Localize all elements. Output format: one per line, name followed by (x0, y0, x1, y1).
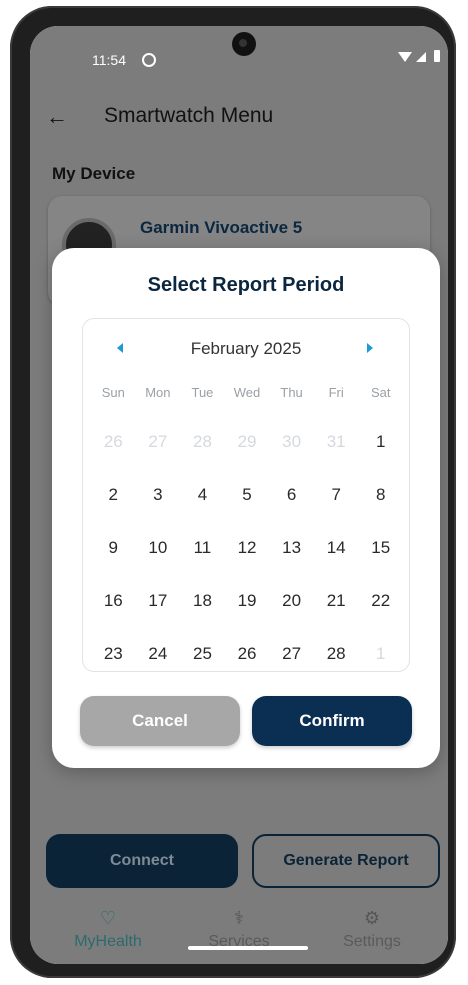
gear-icon: ⚙ (363, 908, 381, 928)
calendar: February 2025 Sun Mon Tue Wed Thu Fri Sa… (82, 318, 410, 672)
status-bar: 11:54 (30, 26, 448, 86)
calendar-day[interactable]: 5 (225, 485, 270, 505)
next-month-icon[interactable] (367, 343, 373, 353)
calendar-day[interactable]: 3 (136, 485, 181, 505)
weekday-label: Thu (280, 385, 303, 400)
calendar-day-outside-month: 28 (192, 431, 212, 451)
calendar-week-row: 23 24 25 26 27 28 1 (91, 627, 403, 680)
battery-icon (434, 50, 440, 62)
weekday-label: Fri (328, 385, 344, 400)
weekday-label: Wed (233, 385, 261, 400)
weekday-row: Sun Mon Tue Wed Thu Fri Sat (91, 385, 403, 400)
calendar-day[interactable]: 10 (136, 538, 181, 558)
heart-hand-icon: ♡ (99, 908, 117, 928)
calendar-day[interactable]: 17 (136, 591, 181, 611)
weekday-label: Mon (145, 385, 171, 400)
calendar-header: February 2025 (83, 339, 409, 363)
section-title: My Device (52, 164, 136, 183)
home-indicator[interactable] (188, 946, 308, 950)
calendar-day[interactable]: 22 (358, 591, 403, 611)
calendar-week-row: 16 17 18 19 20 21 22 (91, 574, 403, 627)
calendar-day[interactable]: 23 (91, 644, 136, 664)
calendar-day-outside-month: 30 (282, 431, 302, 451)
nav-item-myhealth[interactable]: ♡ MyHealth (48, 908, 168, 951)
wifi-icon (398, 52, 412, 62)
calendar-day[interactable]: 15 (358, 538, 403, 558)
calendar-day[interactable]: 27 (269, 644, 314, 664)
days-grid: 26 27 28 29 30 31 1 2 3 4 5 6 7 8 9 10 11 12 13 14 15 16 17 18 1… (91, 415, 403, 680)
weekday-label: Sun (101, 385, 125, 400)
calendar-day[interactable]: 14 (314, 538, 359, 558)
calendar-day[interactable]: 9 (91, 538, 136, 558)
calendar-day[interactable]: 6 (269, 485, 314, 505)
dialog-title: Select Report Period (147, 274, 345, 296)
weekday-label: Sat (371, 385, 391, 400)
generate-report-button[interactable]: Generate Report (252, 834, 440, 888)
confirm-button[interactable]: Confirm (252, 696, 412, 746)
page-title: Smartwatch Menu (104, 104, 274, 127)
calendar-day-outside-month: 27 (148, 431, 168, 451)
calendar-day[interactable]: 11 (180, 538, 225, 558)
nav-label-myhealth: MyHealth (74, 933, 142, 950)
calendar-week-row: 2345678 (91, 468, 403, 521)
weekday-label: Tue (191, 385, 214, 400)
calendar-day[interactable]: 7 (314, 485, 359, 505)
back-arrow-icon[interactable]: ← (46, 104, 68, 130)
bottom-nav: ♡ MyHealth ⚕ Services ⚙ Settings (30, 900, 448, 964)
screen: 11:54 ← Smartwatch Menu My Device Garmin… (30, 26, 448, 964)
calendar-day[interactable]: 18 (180, 591, 225, 611)
alarm-icon (142, 53, 156, 67)
calendar-week-row: 26 27 28 29 30 31 1 (91, 415, 403, 468)
calendar-day[interactable]: 1 (358, 432, 403, 452)
calendar-day[interactable]: 26 (225, 644, 270, 664)
device-name: Garmin Vivoactive 5 (140, 218, 303, 237)
calendar-day[interactable]: 8 (358, 485, 403, 505)
calendar-week-row: 9 10 11 12 13 14 15 (91, 521, 403, 574)
signal-icon (416, 52, 426, 62)
report-period-dialog: Select Report Period February 2025 Sun M… (52, 248, 440, 768)
calendar-day[interactable]: 2 (91, 485, 136, 505)
cancel-button[interactable]: Cancel (80, 696, 240, 746)
month-label: February 2025 (190, 339, 302, 358)
calendar-day[interactable]: 20 (269, 591, 314, 611)
calendar-day[interactable]: 4 (180, 485, 225, 505)
calendar-day-outside-month: 1 (376, 643, 386, 663)
nav-item-services[interactable]: ⚕ Services (179, 908, 299, 951)
stethoscope-icon: ⚕ (234, 908, 244, 928)
calendar-day[interactable]: 12 (225, 538, 270, 558)
calendar-day[interactable]: 25 (180, 644, 225, 664)
status-time: 11:54 (92, 52, 126, 68)
connect-button[interactable]: Connect (46, 834, 238, 888)
calendar-day[interactable]: 16 (91, 591, 136, 611)
app-bar: ← Smartwatch Menu (30, 86, 448, 148)
calendar-day[interactable]: 13 (269, 538, 314, 558)
camera-cutout (232, 32, 256, 56)
nav-item-settings[interactable]: ⚙ Settings (312, 908, 432, 951)
nav-label-settings: Settings (343, 933, 401, 950)
calendar-day[interactable]: 28 (314, 644, 359, 664)
calendar-day-outside-month: 26 (103, 431, 123, 451)
calendar-day[interactable]: 19 (225, 591, 270, 611)
calendar-day[interactable]: 24 (136, 644, 181, 664)
calendar-day-outside-month: 29 (237, 431, 257, 451)
calendar-day-outside-month: 31 (326, 431, 346, 451)
calendar-day[interactable]: 21 (314, 591, 359, 611)
